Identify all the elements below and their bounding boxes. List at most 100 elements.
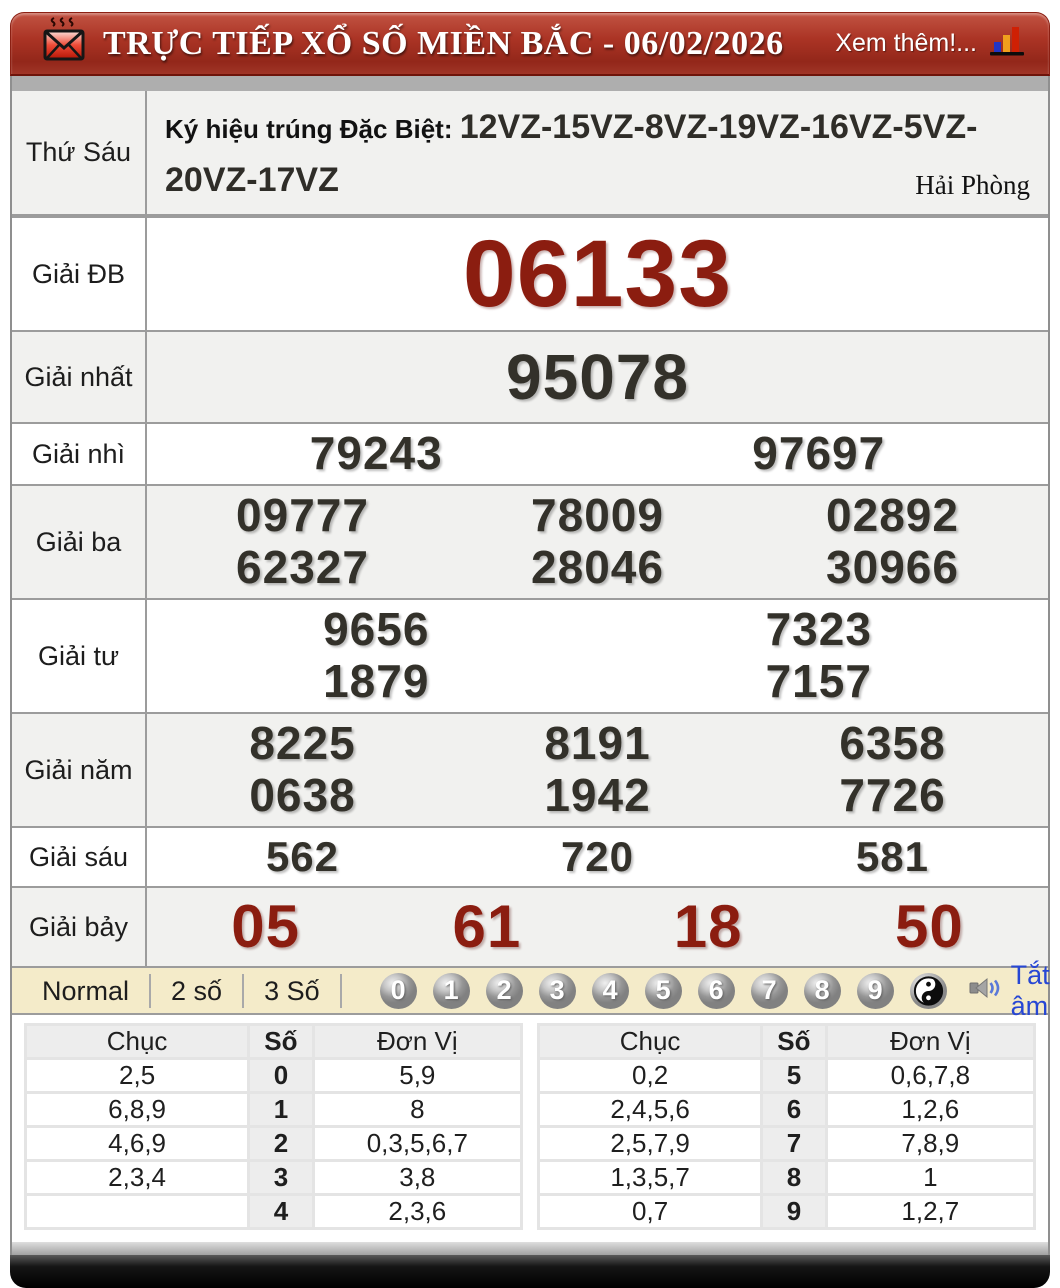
digit-cell: 9 — [760, 1193, 828, 1231]
prize-number: 1879 — [323, 655, 430, 708]
digit-row: 0,2 5 0,6,7,8 — [536, 1057, 1037, 1095]
digit-row: 2,4,5,6 6 1,2,6 — [536, 1091, 1037, 1129]
prize-number: 95078 — [506, 341, 689, 414]
prize-number: 97697 — [752, 427, 886, 480]
units-cell: 7,8,9 — [824, 1125, 1037, 1163]
tens-cell: 2,5 — [23, 1057, 251, 1095]
special-sign-label: Ký hiệu trúng Đặc Biệt: — [165, 114, 460, 144]
digit-ball-1[interactable]: 1 — [432, 972, 470, 1009]
digit-col-header: Số — [760, 1023, 828, 1061]
special-sign-cell: Ký hiệu trúng Đặc Biệt: 12VZ-15VZ-8VZ-19… — [147, 91, 1048, 214]
see-more-link[interactable]: Xem thêm!... — [835, 25, 1025, 62]
prize-row-2: Giải nhất 95078 — [12, 332, 1048, 425]
digit-col-header: Đơn Vị — [824, 1023, 1037, 1061]
mode-button-2[interactable]: 2 số — [151, 973, 245, 1008]
prize-number: 05 — [231, 893, 300, 961]
digit-ball-4[interactable]: 4 — [591, 972, 629, 1009]
units-cell: 1 — [824, 1159, 1037, 1197]
digit-row: 1,3,5,7 8 1 — [536, 1159, 1037, 1197]
lottery-widget: TRỰC TIẾP XỔ SỐ MIỀN BẮC - 06/02/2026 Xe… — [0, 0, 1060, 1288]
digit-ball-7[interactable]: 7 — [750, 972, 788, 1009]
mute-button[interactable]: Tắt âm — [947, 960, 1050, 1022]
tens-cell — [23, 1193, 251, 1231]
mode-button-3[interactable]: 3 Số — [244, 973, 342, 1008]
units-cell: 8 — [311, 1091, 524, 1129]
units-cell: 1,2,6 — [824, 1091, 1037, 1129]
digit-table-right: Chục Số Đơn Vị 0,2 5 0,6,7,8 2,4,5,6 6 1,2,6 2,5,… — [536, 1023, 1037, 1231]
digit-cell: 0 — [247, 1057, 315, 1095]
prize-values: 562 720 581 — [147, 828, 1048, 886]
digit-col-header: Số — [247, 1023, 315, 1061]
units-cell: 3,8 — [311, 1159, 524, 1197]
mode-buttons: Normal 2 số 3 Số — [22, 973, 342, 1008]
prize-number: 30966 — [826, 541, 959, 594]
digit-col-header: Chục — [23, 1023, 251, 1061]
prize-values: 95078 — [147, 332, 1048, 422]
prize-number: 0638 — [249, 769, 356, 822]
digit-ball-3[interactable]: 3 — [538, 972, 576, 1009]
tens-cell: 2,3,4 — [23, 1159, 251, 1197]
envelope-icon — [41, 17, 87, 70]
units-cell: 0,6,7,8 — [824, 1057, 1037, 1095]
digit-col-header: Đơn Vị — [311, 1023, 524, 1061]
prize-number: 02892 — [826, 489, 959, 542]
tens-cell: 2,5,7,9 — [536, 1125, 764, 1163]
units-cell: 1,2,7 — [824, 1193, 1037, 1231]
digit-row: 4,6,9 2 0,3,5,6,7 — [23, 1125, 524, 1163]
prize-row-8: Giải bảy 05 61 18 50 — [12, 888, 1048, 969]
prize-number: 28046 — [531, 541, 664, 594]
digit-ball-6[interactable]: 6 — [697, 972, 735, 1009]
see-more-label: Xem thêm!... — [835, 29, 977, 57]
digit-cell: 1 — [247, 1091, 315, 1129]
info-row: Thứ Sáu Ký hiệu trúng Đặc Biệt: 12VZ-15V… — [12, 91, 1048, 217]
tens-cell: 0,7 — [536, 1193, 764, 1231]
digit-ball-9[interactable]: 9 — [856, 972, 894, 1009]
tens-cell: 4,6,9 — [23, 1125, 251, 1163]
yin-yang-icon[interactable] — [909, 972, 947, 1009]
prize-number: 6358 — [839, 717, 946, 770]
prize-number: 62327 — [236, 541, 369, 594]
prize-label: Giải sáu — [12, 828, 147, 887]
digit-row: 0,7 9 1,2,7 — [536, 1193, 1037, 1231]
digit-ball-0[interactable]: 0 — [379, 972, 417, 1009]
prize-number: 18 — [673, 893, 743, 961]
prize-values: 09777 78009 02892 62327 28046 30966 — [147, 486, 1048, 598]
prize-number: 7726 — [839, 769, 946, 822]
digit-cell: 8 — [760, 1159, 828, 1197]
digit-cell: 4 — [247, 1193, 315, 1231]
prize-label: Giải ba — [12, 486, 147, 599]
prize-values: 79243 97697 — [147, 424, 1048, 484]
prize-number: 06133 — [462, 220, 733, 327]
region-label: Hải Phòng — [915, 169, 1030, 200]
prize-number: 8225 — [249, 717, 356, 770]
digit-row: 2,5 0 5,9 — [23, 1057, 524, 1095]
prize-number: 61 — [452, 893, 522, 961]
digit-col-header: Chục — [536, 1023, 764, 1061]
footer-bar — [10, 1255, 1050, 1288]
digit-tables: Chục Số Đơn Vị 2,5 0 5,9 6,8,9 1 8 4,6,9 2 0,3,5,6,… — [12, 1015, 1048, 1243]
units-cell: 0,3,5,6,7 — [311, 1125, 524, 1163]
prize-label: Giải ĐB — [12, 218, 147, 331]
mute-label: Tắt âm — [1010, 959, 1050, 1021]
digit-ball-2[interactable]: 2 — [485, 972, 523, 1009]
weekday-label: Thứ Sáu — [12, 91, 147, 215]
digit-ball-5[interactable]: 5 — [644, 972, 682, 1009]
digit-cell: 3 — [247, 1159, 315, 1197]
mode-button-1[interactable]: Normal — [22, 973, 152, 1008]
tens-cell: 2,4,5,6 — [536, 1091, 764, 1129]
prize-number: 1942 — [544, 769, 651, 822]
prize-label: Giải tư — [12, 600, 147, 713]
speaker-icon — [969, 975, 1001, 1006]
digit-ball-8[interactable]: 8 — [803, 972, 841, 1009]
digit-cell: 7 — [760, 1125, 828, 1163]
page-title: TRỰC TIẾP XỔ SỐ MIỀN BẮC - 06/02/2026 — [103, 24, 784, 62]
prize-values: 05 61 18 50 — [147, 888, 1048, 966]
digit-table-left: Chục Số Đơn Vị 2,5 0 5,9 6,8,9 1 8 4,6,9 2 0,3,5,6,… — [23, 1023, 524, 1231]
bottom-divider — [12, 1242, 1048, 1256]
units-cell: 5,9 — [311, 1057, 524, 1095]
tens-cell: 6,8,9 — [23, 1091, 251, 1129]
prize-values: 8225 8191 6358 0638 1942 7726 — [147, 714, 1048, 826]
prize-values: 06133 — [147, 218, 1048, 330]
prize-label: Giải bảy — [12, 888, 147, 967]
prize-label: Giải nhất — [12, 332, 147, 423]
